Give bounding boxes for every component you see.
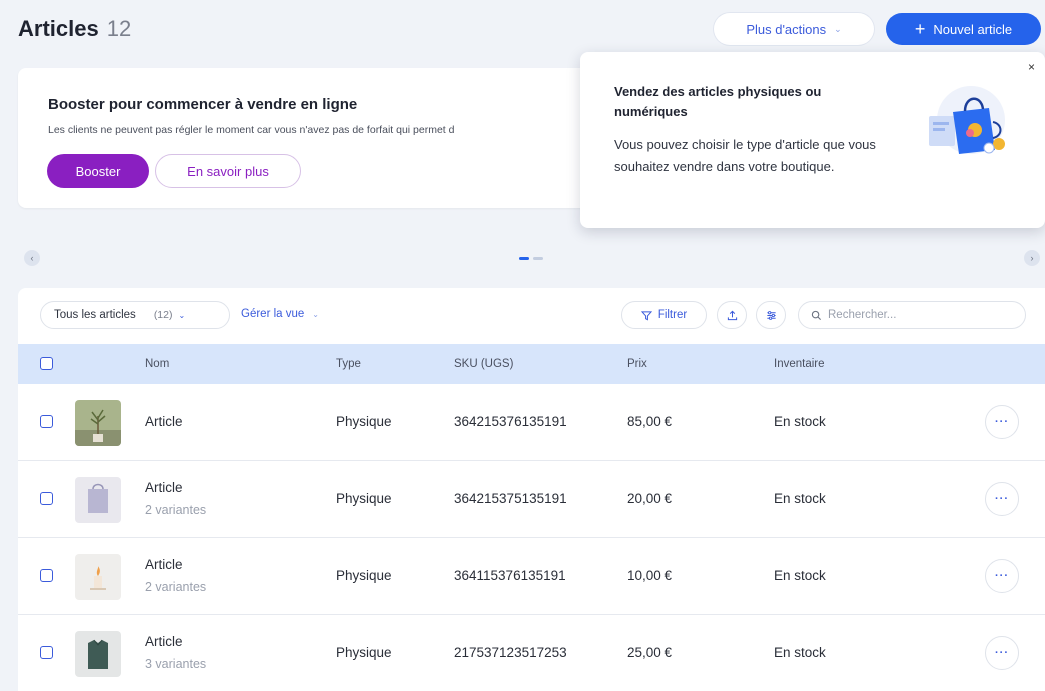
booster-title: Booster pour commencer à vendre en ligne bbox=[48, 96, 358, 113]
row-more-button[interactable]: ··· bbox=[985, 405, 1019, 439]
sliders-icon bbox=[766, 310, 776, 320]
table-header: Nom Type SKU (UGS) Prix Inventaire bbox=[18, 344, 1045, 384]
row-checkbox[interactable] bbox=[40, 646, 53, 659]
table-toolbar: Tous les articles (12) ⌄ Gérer la vue ⌄ … bbox=[18, 288, 1045, 344]
view-label: Tous les articles bbox=[54, 309, 136, 321]
booster-description: Les clients ne peuvent pas régler le mom… bbox=[48, 124, 455, 136]
table-row[interactable]: Article 2 variantes Physique 36421537513… bbox=[18, 461, 1045, 538]
articles-table-card: Tous les articles (12) ⌄ Gérer la vue ⌄ … bbox=[18, 288, 1045, 691]
filter-icon bbox=[640, 310, 652, 320]
view-select[interactable]: Tous les articles (12) ⌄ bbox=[40, 301, 230, 329]
page-title: Articles 12 bbox=[18, 16, 131, 42]
export-button[interactable] bbox=[717, 301, 747, 329]
chevron-down-icon: ⌄ bbox=[312, 309, 319, 319]
new-article-label: Nouvel article bbox=[933, 21, 1013, 37]
article-variants: 2 variantes bbox=[145, 580, 207, 594]
article-variants: 2 variantes bbox=[145, 503, 207, 517]
popover-title: Vendez des articles physiques ou numériq… bbox=[614, 84, 822, 119]
article-inventory: En stock bbox=[774, 491, 826, 506]
close-icon[interactable]: × bbox=[1028, 60, 1035, 74]
booster-card: Booster pour commencer à vendre en ligne… bbox=[18, 68, 658, 208]
column-header-price[interactable]: Prix bbox=[627, 358, 647, 370]
article-type: Physique bbox=[336, 491, 392, 506]
column-header-inventory[interactable]: Inventaire bbox=[774, 358, 825, 370]
carousel-dots bbox=[519, 257, 543, 260]
article-sku: 364215375135191 bbox=[454, 491, 567, 506]
new-article-button[interactable]: + Nouvel article bbox=[886, 13, 1041, 45]
row-checkbox[interactable] bbox=[40, 569, 53, 582]
row-more-button[interactable]: ··· bbox=[985, 559, 1019, 593]
manage-view-label: Gérer la vue bbox=[241, 308, 305, 320]
product-thumbnail-candle bbox=[75, 554, 121, 600]
article-inventory: En stock bbox=[774, 568, 826, 583]
search-field[interactable] bbox=[798, 301, 1026, 329]
table-row[interactable]: Article 3 variantes Physique 21753712351… bbox=[18, 615, 1045, 691]
row-more-button[interactable]: ··· bbox=[985, 482, 1019, 516]
chevron-down-icon: ⌄ bbox=[178, 310, 186, 320]
article-type: Physique bbox=[336, 414, 392, 429]
more-actions-button[interactable]: Plus d'actions ⌄ bbox=[714, 13, 874, 45]
article-price: 10,00 € bbox=[627, 568, 673, 583]
product-thumbnail-plant bbox=[75, 400, 121, 446]
product-thumbnail-bag bbox=[75, 477, 121, 523]
article-name[interactable]: Article bbox=[145, 634, 183, 649]
plus-icon: + bbox=[914, 19, 926, 39]
filter-button[interactable]: Filtrer bbox=[621, 301, 707, 329]
article-variants: 3 variantes bbox=[145, 657, 207, 671]
select-all-checkbox[interactable] bbox=[40, 357, 53, 370]
search-icon bbox=[811, 310, 822, 320]
article-name[interactable]: Article bbox=[145, 480, 183, 495]
article-sku: 364115376135191 bbox=[454, 568, 566, 583]
article-count: 12 bbox=[106, 16, 132, 41]
article-price: 85,00 € bbox=[627, 414, 673, 429]
article-name[interactable]: Article bbox=[145, 557, 183, 572]
carousel-prev-button[interactable]: ‹ bbox=[24, 250, 40, 266]
shopping-bag-illustration bbox=[929, 86, 1005, 154]
view-count: (12) bbox=[153, 309, 173, 321]
app-window: Articles 12 Plus d'actions ⌄ + Nouvel ar… bbox=[0, 0, 1045, 691]
row-more-button[interactable]: ··· bbox=[985, 636, 1019, 670]
carousel-dot[interactable] bbox=[519, 257, 529, 260]
popover-body: Vous pouvez choisir le type d'article qu… bbox=[614, 137, 876, 174]
page-title-text: Articles bbox=[18, 16, 99, 41]
article-price: 20,00 € bbox=[627, 491, 673, 506]
article-price: 25,00 € bbox=[627, 645, 673, 660]
info-popover: Vendez des articles physiques ou numériq… bbox=[580, 52, 1045, 228]
article-sku: 364215376135191 bbox=[454, 414, 567, 429]
article-type: Physique bbox=[336, 645, 392, 660]
carousel-next-button[interactable]: › bbox=[1024, 250, 1040, 266]
booster-button[interactable]: Booster bbox=[47, 154, 149, 188]
row-checkbox[interactable] bbox=[40, 415, 53, 428]
upload-icon bbox=[727, 310, 737, 320]
article-sku: 217537123517253 bbox=[454, 645, 567, 660]
learn-more-button[interactable]: En savoir plus bbox=[155, 154, 301, 188]
column-header-name[interactable]: Nom bbox=[145, 358, 169, 370]
article-type: Physique bbox=[336, 568, 392, 583]
carousel-dot[interactable] bbox=[533, 257, 543, 260]
manage-view-button[interactable]: Gérer la vue ⌄ bbox=[241, 308, 319, 320]
columns-settings-button[interactable] bbox=[756, 301, 786, 329]
table-row[interactable]: Article Physique 364215376135191 85,00 €… bbox=[18, 384, 1045, 461]
column-header-sku[interactable]: SKU (UGS) bbox=[454, 358, 513, 370]
more-actions-label: Plus d'actions bbox=[746, 21, 827, 37]
article-inventory: En stock bbox=[774, 645, 826, 660]
search-input[interactable] bbox=[828, 309, 998, 321]
column-header-type[interactable]: Type bbox=[336, 358, 361, 370]
product-thumbnail-shirt bbox=[75, 631, 121, 677]
filter-label: Filtrer bbox=[657, 309, 688, 321]
row-checkbox[interactable] bbox=[40, 492, 53, 505]
article-inventory: En stock bbox=[774, 414, 826, 429]
table-row[interactable]: Article 2 variantes Physique 36411537613… bbox=[18, 538, 1045, 615]
chevron-down-icon: ⌄ bbox=[834, 23, 842, 34]
article-name[interactable]: Article bbox=[145, 414, 183, 429]
